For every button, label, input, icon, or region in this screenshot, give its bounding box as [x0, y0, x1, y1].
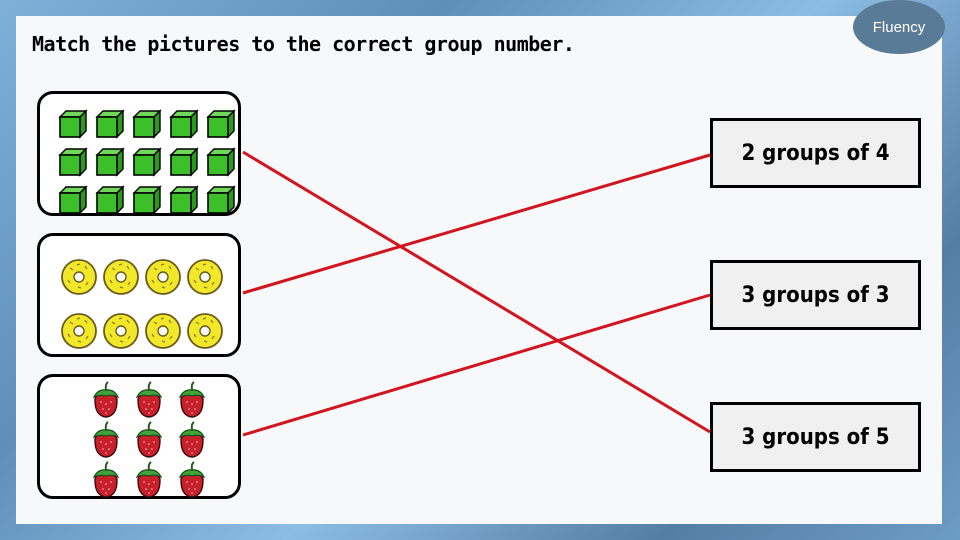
green-cube-icon	[202, 143, 239, 181]
green-cube-icon	[54, 181, 91, 219]
green-cube-icon	[91, 143, 128, 181]
green-cube-icon	[91, 105, 128, 143]
picture-box-cubes[interactable]	[37, 91, 241, 216]
strawberry-icon	[84, 459, 127, 499]
yellow-donut-icon	[184, 250, 226, 304]
strawberry-icon	[170, 419, 213, 459]
fluency-label: Fluency	[872, 18, 926, 36]
answer-label: 3 groups of 3	[741, 282, 890, 308]
picture-box-donuts[interactable]	[37, 233, 241, 357]
cube-grid	[54, 105, 239, 219]
green-cube-icon	[165, 181, 202, 219]
answer-label: 2 groups of 4	[741, 140, 890, 166]
strawberry-icon	[170, 459, 213, 499]
fluency-badge: Fluency	[853, 0, 945, 54]
yellow-donut-icon	[100, 304, 142, 358]
picture-box-strawberries[interactable]	[37, 374, 241, 499]
yellow-donut-icon	[58, 250, 100, 304]
strawberry-icon	[127, 379, 170, 419]
answer-box-3-groups-of-5[interactable]: 3 groups of 5	[710, 402, 921, 472]
green-cube-icon	[165, 143, 202, 181]
answer-label: 3 groups of 5	[741, 424, 890, 450]
yellow-donut-icon	[58, 304, 100, 358]
yellow-donut-icon	[142, 250, 184, 304]
yellow-donut-icon	[142, 304, 184, 358]
answer-box-2-groups-of-4[interactable]: 2 groups of 4	[710, 118, 921, 188]
strawberry-icon	[84, 419, 127, 459]
green-cube-icon	[54, 105, 91, 143]
yellow-donut-icon	[100, 250, 142, 304]
instruction-title: Match the pictures to the correct group …	[32, 32, 575, 56]
green-cube-icon	[128, 143, 165, 181]
green-cube-icon	[54, 143, 91, 181]
green-cube-icon	[128, 105, 165, 143]
donut-grid	[58, 250, 226, 358]
green-cube-icon	[91, 181, 128, 219]
strawberry-grid	[84, 379, 213, 499]
strawberry-icon	[127, 419, 170, 459]
green-cube-icon	[202, 181, 239, 219]
strawberry-icon	[127, 459, 170, 499]
strawberry-icon	[170, 379, 213, 419]
green-cube-icon	[202, 105, 239, 143]
green-cube-icon	[165, 105, 202, 143]
green-cube-icon	[128, 181, 165, 219]
yellow-donut-icon	[184, 304, 226, 358]
strawberry-icon	[84, 379, 127, 419]
answer-box-3-groups-of-3[interactable]: 3 groups of 3	[710, 260, 921, 330]
